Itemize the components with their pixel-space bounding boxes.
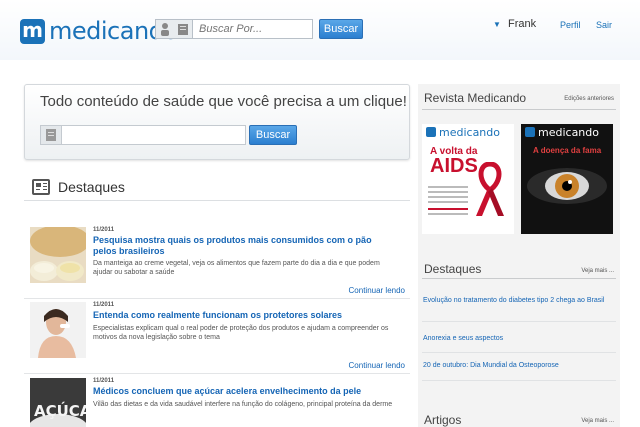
- continue-reading-link[interactable]: Continuar lendo: [349, 286, 405, 295]
- article-thumbnail-sunscreen[interactable]: [30, 302, 86, 358]
- site-header: m medicando Buscar ▼ Frank Perfil Sair: [0, 0, 640, 60]
- article-title-link[interactable]: Entenda como realmente funcionam os prot…: [93, 310, 393, 321]
- article-date: 11/2011: [93, 378, 115, 384]
- document-icon[interactable]: [176, 22, 190, 36]
- magazine-cover-fama[interactable]: medicando A doença da fama: [521, 124, 613, 234]
- divider: [422, 109, 616, 110]
- sidebar-news-link[interactable]: Evolução no tratamento do diabetes tipo …: [423, 296, 613, 305]
- divider: [422, 321, 616, 322]
- ribbon-icon: [476, 162, 504, 216]
- promo-search-button[interactable]: Buscar: [249, 125, 297, 145]
- promo-search: Buscar: [40, 125, 297, 145]
- magazine-logo: medicando: [439, 126, 500, 139]
- promo-search-input[interactable]: [62, 125, 246, 145]
- article-date: 11/2011: [93, 302, 115, 308]
- search-button[interactable]: Buscar: [319, 19, 363, 39]
- sidebar-news-link[interactable]: Anorexia e seus aspectos: [423, 334, 613, 343]
- article-description: Vilão das dietas e da vida saudável inte…: [93, 401, 393, 408]
- magazine-text-lines: [428, 186, 468, 188]
- promo-title: Todo conteúdo de saúde que você precisa …: [40, 93, 407, 110]
- continue-reading-link[interactable]: Continuar lendo: [349, 361, 405, 370]
- svg-text:AÇÚCAR: AÇÚCAR: [34, 401, 86, 420]
- user-menu[interactable]: ▼ Frank: [493, 18, 536, 30]
- magazine-cover-aids[interactable]: medicando A volta da AIDS: [422, 124, 514, 234]
- search-type-toggle[interactable]: [155, 19, 193, 39]
- article-title-link[interactable]: Médicos concluem que açúcar acelera enve…: [93, 386, 393, 397]
- divider: [24, 298, 410, 299]
- right-sidebar: Revista Medicando Edições anteriores med…: [418, 84, 620, 427]
- site-logo[interactable]: m medicando: [20, 17, 178, 45]
- article-description: Especialistas explicam qual o real poder…: [93, 325, 389, 341]
- person-icon[interactable]: [158, 22, 172, 36]
- sidebar-destaques-title: Destaques: [424, 262, 482, 276]
- revista-title: Revista Medicando: [424, 91, 527, 105]
- see-more-link[interactable]: Veja mais ...: [581, 268, 614, 274]
- header-search: Buscar: [155, 19, 363, 39]
- see-more-link[interactable]: Veja mais ...: [581, 418, 614, 424]
- article-item: 11/2011 Pesquisa mostra quais os produto…: [24, 227, 410, 299]
- artigos-title: Artigos: [424, 413, 462, 427]
- search-input[interactable]: [193, 19, 313, 39]
- magazine-logo: medicando: [538, 126, 599, 139]
- nav-profile-link[interactable]: Perfil: [560, 20, 581, 30]
- document-icon[interactable]: [40, 125, 62, 145]
- caret-down-icon: ▼: [493, 20, 501, 29]
- nav-logout-link[interactable]: Sair: [596, 20, 612, 30]
- destaques-header: Destaques: [32, 179, 125, 195]
- sidebar-news-link[interactable]: 20 de outubro: Dia Mundial da Osteoporos…: [423, 361, 613, 370]
- article-description: Da manteiga ao creme vegetal, veja os al…: [93, 260, 380, 276]
- divider: [24, 373, 410, 374]
- promo-search-box: Todo conteúdo de saúde que você precisa …: [24, 84, 410, 160]
- article-thumbnail-bread[interactable]: [30, 227, 86, 283]
- previous-editions-link[interactable]: Edições anteriores: [564, 96, 614, 102]
- article-title-link[interactable]: Pesquisa mostra quais os produtos mais c…: [93, 235, 393, 257]
- magazine-headline: AIDS: [430, 155, 478, 177]
- destaques-title: Destaques: [58, 179, 125, 195]
- article-date: 11/2011: [93, 227, 115, 233]
- user-name: Frank: [507, 18, 537, 30]
- logo-mark: m: [20, 18, 45, 44]
- article-item: 11/2011 Entenda como realmente funcionam…: [24, 302, 410, 374]
- divider: [422, 380, 616, 381]
- divider: [422, 278, 616, 279]
- article-item: AÇÚCAR 11/2011 Médicos concluem que açúc…: [24, 378, 410, 427]
- article-thumbnail-sugar[interactable]: AÇÚCAR: [30, 378, 86, 427]
- newspaper-icon: [32, 179, 50, 195]
- magazine-headline: A doença da fama: [533, 146, 602, 155]
- divider: [24, 200, 410, 201]
- divider: [422, 352, 616, 353]
